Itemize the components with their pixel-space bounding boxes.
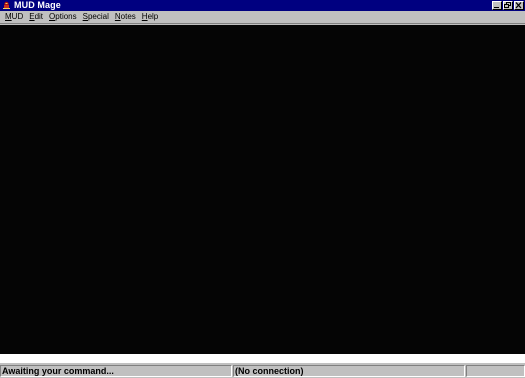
menu-edit-rest: dit [34, 12, 44, 21]
window-title: MUD Mage [14, 0, 61, 10]
close-icon [515, 2, 522, 9]
menu-notes[interactable]: Notes [112, 11, 139, 23]
menu-edit[interactable]: Edit [26, 11, 46, 23]
menu-mud[interactable]: MUD [2, 11, 26, 23]
restore-button[interactable] [503, 1, 513, 10]
menu-mud-accel: M [5, 12, 12, 21]
mud-mage-app-icon[interactable] [2, 1, 11, 10]
close-button[interactable] [514, 1, 524, 10]
window-controls [491, 1, 524, 10]
connection-status: (No connection) [233, 365, 465, 377]
menu-special[interactable]: Special [80, 11, 112, 23]
app-window: MUD Mage MUD Edit Options Special Notes … [0, 0, 525, 378]
title-bar[interactable]: MUD Mage [0, 0, 525, 11]
restore-icon [504, 2, 511, 8]
menu-bar: MUD Edit Options Special Notes Help [0, 11, 525, 24]
menu-help[interactable]: Help [139, 11, 161, 23]
command-input[interactable] [0, 354, 525, 363]
status-message: Awaiting your command... [0, 365, 232, 377]
minimize-icon [494, 7, 499, 8]
status-bar: Awaiting your command... (No connection) [0, 364, 525, 378]
menu-mud-rest: UD [11, 12, 24, 21]
menu-help-rest: elp [147, 12, 159, 21]
menu-notes-rest: otes [120, 12, 136, 21]
minimize-button[interactable] [492, 1, 502, 10]
menu-options[interactable]: Options [46, 11, 80, 23]
menu-special-rest: pecial [87, 12, 109, 21]
menu-options-rest: ptions [55, 12, 77, 21]
terminal-output[interactable] [0, 25, 525, 354]
status-extra-pane [466, 365, 525, 377]
